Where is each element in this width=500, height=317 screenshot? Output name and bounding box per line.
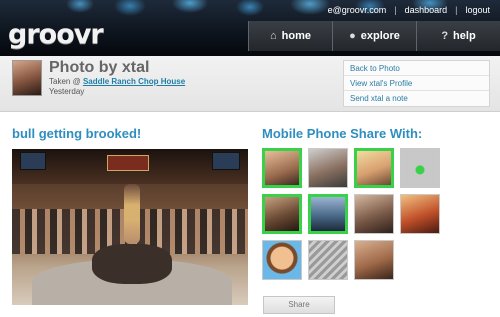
back-to-photo-link[interactable]: Back to Photo xyxy=(344,61,489,76)
place-link[interactable]: Saddle Ranch Chop House xyxy=(83,77,185,86)
photo-caption: bull getting brooked! xyxy=(12,126,142,141)
contact-thumb[interactable] xyxy=(308,240,348,280)
nav-explore-label: explore xyxy=(360,30,400,42)
page-title: Photo by xtal xyxy=(49,59,150,76)
nav-home[interactable]: ⌂ home xyxy=(248,21,332,51)
contact-thumb[interactable] xyxy=(308,148,348,188)
user-email-link[interactable]: e@groovr.com xyxy=(328,5,387,15)
contact-grid xyxy=(262,148,442,284)
dashboard-link[interactable]: dashboard xyxy=(405,5,448,15)
top-banner: groovr e@groovr.com | dashboard | logout… xyxy=(0,0,500,56)
contact-thumb[interactable] xyxy=(308,194,348,234)
nav-help[interactable]: ? help xyxy=(416,21,500,51)
taken-when: Yesterday xyxy=(49,87,85,96)
nav-explore[interactable]: ● explore xyxy=(332,21,416,51)
photo-owner-bar: Photo by xtal Taken @ Saddle Ranch Chop … xyxy=(0,56,500,112)
question-icon: ? xyxy=(441,30,449,42)
contact-thumb[interactable] xyxy=(354,148,394,188)
contact-thumb[interactable] xyxy=(400,148,440,188)
send-note-link[interactable]: Send xtal a note xyxy=(344,91,489,106)
groovr-logo[interactable]: groovr xyxy=(8,20,104,50)
contact-thumb[interactable] xyxy=(354,194,394,234)
owner-avatar[interactable] xyxy=(12,60,42,96)
contact-thumb[interactable] xyxy=(354,240,394,280)
contact-thumb[interactable] xyxy=(400,194,440,234)
contact-thumb[interactable] xyxy=(262,194,302,234)
taken-prefix: Taken @ xyxy=(49,77,81,86)
top-links: e@groovr.com | dashboard | logout xyxy=(327,5,490,15)
main-photo[interactable] xyxy=(12,149,248,305)
share-heading: Mobile Phone Share With: xyxy=(262,126,423,141)
logout-link[interactable]: logout xyxy=(465,5,490,15)
globe-icon: ● xyxy=(349,30,356,42)
contact-thumb[interactable] xyxy=(262,240,302,280)
contact-thumb[interactable] xyxy=(262,148,302,188)
main-nav: ⌂ home ● explore ? help xyxy=(248,21,500,51)
taken-at: Taken @ Saddle Ranch Chop House xyxy=(49,77,185,86)
photo-actions-box: Back to Photo View xtal's Profile Send x… xyxy=(343,60,490,107)
view-profile-link[interactable]: View xtal's Profile xyxy=(344,76,489,91)
nav-help-label: help xyxy=(453,30,476,42)
nav-home-label: home xyxy=(281,30,311,42)
home-icon: ⌂ xyxy=(270,30,277,42)
share-button[interactable]: Share xyxy=(263,296,335,314)
